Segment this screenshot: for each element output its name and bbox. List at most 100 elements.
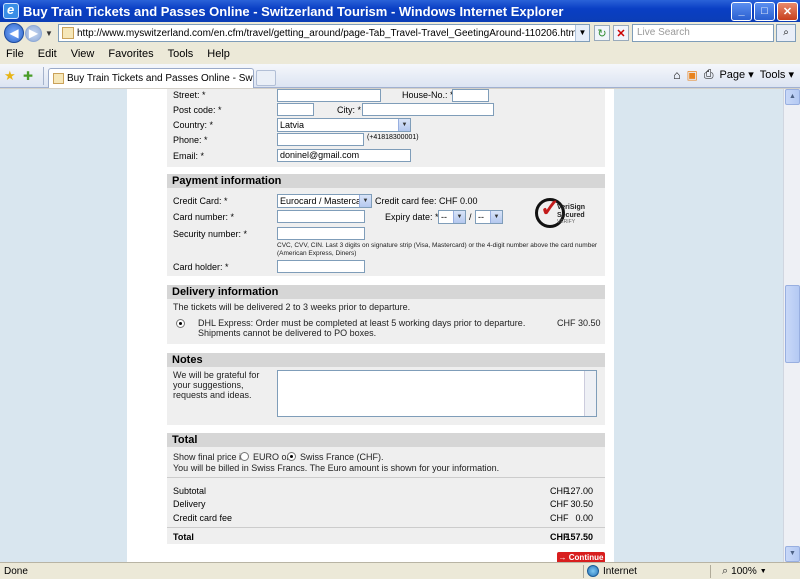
expiry-month-value: -- (441, 212, 447, 222)
scroll-up-icon[interactable]: ▲ (785, 89, 800, 105)
phone-label: Phone: * (173, 135, 208, 145)
history-dropdown-icon[interactable]: ▼ (45, 29, 53, 38)
tab-current[interactable]: Buy Train Tickets and Passes Online - Sw… (48, 67, 254, 88)
chevron-down-icon[interactable]: ▼ (490, 211, 502, 223)
scroll-thumb[interactable] (785, 285, 800, 363)
menu-tools[interactable]: Tools (161, 48, 201, 60)
address-toolbar: ◀ ▶ ▼ http://www.myswitzerland.com/en.cf… (0, 22, 800, 44)
tools-menu-label: Tools (759, 69, 786, 81)
url-text[interactable]: http://www.myswitzerland.com/en.cfm/trav… (77, 28, 575, 39)
textarea-scrollbar[interactable] (584, 371, 596, 416)
credit-card-value: Eurocard / Mastercard (280, 196, 370, 206)
home-icon[interactable]: ⌂ (673, 68, 680, 82)
feeds-icon[interactable]: ▣ (687, 68, 698, 82)
refresh-icon[interactable]: ↻ (594, 25, 610, 41)
security-zone[interactable]: Internet (587, 565, 707, 577)
chf-label: Swiss France (CHF). (300, 452, 384, 462)
chevron-down-icon[interactable]: ▼ (453, 211, 465, 223)
menu-view[interactable]: View (64, 48, 102, 60)
dhl-option-price: CHF 30.50 (557, 318, 601, 328)
zoom-icon: ⌕ (722, 564, 729, 577)
tab-bar: ★ ✚ Buy Train Tickets and Passes Online … (0, 64, 800, 88)
expiry-separator: / (469, 212, 472, 222)
zone-label: Internet (603, 565, 637, 577)
expiry-month-select[interactable]: -- ▼ (438, 210, 466, 224)
payment-panel: Payment information Credit Card: * Euroc… (167, 174, 605, 276)
new-tab-button[interactable] (256, 69, 276, 86)
total-panel: Total Show final price in EURO or Swiss … (167, 433, 605, 544)
maximize-button[interactable]: □ (754, 1, 775, 21)
delivery-heading: Delivery information (167, 285, 605, 299)
menu-edit[interactable]: Edit (31, 48, 64, 60)
search-icon[interactable]: ⌕ (776, 24, 796, 42)
favorites-star-icon[interactable]: ★ (4, 68, 20, 84)
checkout-page: Street: * House-No.: * Post code: * City… (127, 89, 614, 562)
verisign-seal[interactable]: ✓ VeriSign Secured VERIFY (535, 195, 585, 234)
euro-radio[interactable] (240, 452, 249, 461)
close-window-button[interactable]: ✕ (777, 1, 798, 21)
security-number-label: Security number: * (173, 229, 248, 239)
card-holder-input[interactable] (277, 260, 365, 273)
menu-help[interactable]: Help (200, 48, 237, 60)
chf-radio[interactable] (287, 452, 296, 461)
card-fee-text: Credit card fee: CHF 0.00 (375, 196, 478, 206)
zoom-control[interactable]: ⌕ 100% ▼ (722, 565, 767, 578)
continue-button[interactable]: → Continue (557, 552, 605, 562)
dhl-radio[interactable] (176, 319, 185, 328)
back-button[interactable]: ◀ (4, 23, 24, 43)
print-icon[interactable]: ⎙ (704, 67, 714, 82)
subtotal-amount: 127.00 (565, 486, 593, 496)
stop-icon[interactable]: ✕ (613, 25, 629, 41)
notes-panel: Notes We will be grateful for your sugge… (167, 353, 605, 425)
card-number-input[interactable] (277, 210, 365, 223)
forward-button[interactable]: ▶ (25, 24, 42, 42)
tab-separator (43, 66, 44, 85)
delivery-fee-amount: 30.50 (570, 499, 593, 509)
command-bar: ⌂ ▣ ⎙ Page ▾ Tools ▾ (673, 67, 794, 82)
street-input[interactable] (277, 89, 381, 102)
country-value: Latvia (280, 120, 305, 130)
menu-favorites[interactable]: Favorites (101, 48, 160, 60)
payment-heading: Payment information (167, 174, 605, 188)
price-currency-prompt: Show final price in (173, 452, 247, 462)
house-number-input[interactable] (452, 89, 489, 102)
delivery-fee-currency: CHF (550, 499, 569, 509)
post-code-label: Post code: * (173, 105, 222, 115)
address-field[interactable]: http://www.myswitzerland.com/en.cfm/trav… (58, 24, 590, 42)
notes-text: We will be grateful for your suggestions… (173, 370, 260, 400)
search-input[interactable]: Live Search (632, 24, 774, 42)
security-number-input[interactable] (277, 227, 365, 240)
delivery-note: The tickets will be delivered 2 to 3 wee… (173, 302, 411, 312)
card-number-label: Card number: * (173, 212, 235, 222)
expiry-year-select[interactable]: -- ▼ (475, 210, 503, 224)
email-input[interactable]: doninel@gmail.com (277, 149, 411, 162)
chevron-down-icon[interactable]: ▼ (760, 568, 767, 575)
delivery-panel: Delivery information The tickets will be… (167, 285, 605, 344)
notes-textarea[interactable] (277, 370, 597, 417)
address-dropdown-icon[interactable]: ▼ (575, 25, 589, 41)
chevron-down-icon[interactable]: ▼ (398, 119, 410, 131)
billing-note: You will be billed in Swiss Francs. The … (173, 463, 500, 473)
scroll-down-icon[interactable]: ▼ (785, 546, 800, 562)
chevron-down-icon[interactable]: ▼ (359, 195, 371, 207)
street-label: Street: * (173, 90, 206, 100)
status-separator (583, 564, 584, 578)
minimize-button[interactable]: _ (731, 1, 752, 21)
page-menu[interactable]: Page ▾ (719, 68, 753, 81)
expiry-date-label: Expiry date: * (385, 212, 439, 222)
country-select[interactable]: Latvia ▼ (277, 118, 411, 132)
phone-hint: (+41818300001) (367, 134, 419, 141)
page-scrollbar[interactable]: ▲ ▼ (783, 89, 800, 562)
city-input[interactable] (362, 103, 494, 116)
country-label: Country: * (173, 120, 214, 130)
globe-icon (587, 565, 599, 577)
phone-input[interactable] (277, 133, 364, 146)
status-text: Done (4, 565, 28, 577)
menu-file[interactable]: File (0, 48, 31, 60)
add-favorite-icon[interactable]: ✚ (23, 69, 39, 83)
post-code-input[interactable] (277, 103, 314, 116)
city-label: City: * (337, 105, 362, 115)
window-title-bar: Buy Train Tickets and Passes Online - Sw… (0, 0, 800, 22)
tools-menu[interactable]: Tools ▾ (760, 68, 794, 81)
credit-card-select[interactable]: Eurocard / Mastercard ▼ (277, 194, 372, 208)
